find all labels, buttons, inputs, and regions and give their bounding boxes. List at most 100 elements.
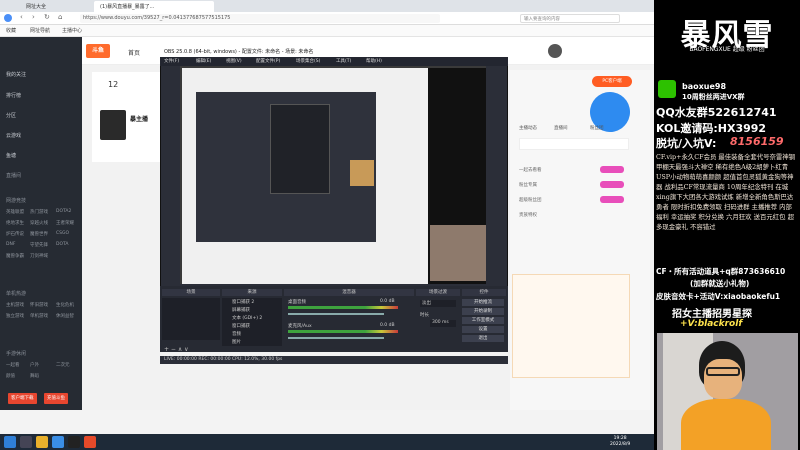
sidebar-item-category[interactable]: 分区: [6, 112, 16, 119]
start-streaming-button[interactable]: 开始推流: [462, 299, 504, 306]
source-item[interactable]: 文本 (GDI+) 2: [232, 315, 262, 321]
menu-scene-collection[interactable]: 场景集合(S): [296, 58, 320, 64]
url-field[interactable]: https://www.douyu.com/39527_r=0.04137768…: [80, 14, 440, 23]
obs-title-bar: OBS 25.0.8 (64-bit, windows) - 配置文件: 未命名…: [160, 46, 508, 57]
menu-file[interactable]: 文件(F): [164, 58, 179, 64]
pit-value: 8156159: [730, 135, 784, 148]
sidebar-cat[interactable]: 生化危机: [56, 302, 74, 308]
tab-streamer-updates[interactable]: 主播动态: [519, 125, 537, 131]
right-list-item[interactable]: 贵族特权: [519, 212, 537, 218]
sidebar-cat[interactable]: DOTA2: [56, 209, 71, 214]
mixer-desktop-slider[interactable]: [288, 313, 384, 315]
sidebar-cat[interactable]: 休闲益智: [56, 313, 74, 319]
sidebar-cat[interactable]: DNF: [6, 242, 15, 247]
brand-subtitle: BAOFENGXUE 超级 粉丝团: [689, 46, 765, 53]
dock-sources-header: 来源: [222, 289, 282, 296]
refresh-icon[interactable]: ↻: [44, 13, 50, 21]
home-icon[interactable]: ⌂: [58, 13, 62, 21]
source-item[interactable]: 音频: [232, 331, 241, 337]
sidebar-cat[interactable]: 绝地求生: [6, 220, 24, 226]
sidebar-item-fishpond[interactable]: 鱼塘: [6, 152, 16, 159]
menu-profile[interactable]: 配置文件(P): [256, 58, 280, 64]
bookmark-item[interactable]: 主播中心: [62, 27, 82, 34]
sidebar-item-rank[interactable]: 排行榜: [6, 92, 21, 99]
streamer-avatar[interactable]: [100, 110, 126, 140]
sidebar-cat[interactable]: 户外: [30, 362, 39, 368]
sidebar-cat[interactable]: 主机游戏: [6, 302, 24, 308]
exit-button[interactable]: 退出: [462, 335, 504, 342]
sidebar-cat[interactable]: 单机游戏: [30, 313, 48, 319]
streamer-name[interactable]: 暴主播: [130, 114, 148, 123]
task-view-icon[interactable]: [20, 436, 32, 448]
right-list-item[interactable]: 粉丝专属: [519, 182, 537, 188]
obs-icon[interactable]: [68, 436, 80, 448]
recharge-button[interactable]: 充值斗鱼: [44, 393, 68, 404]
mixer-mic-meter: [288, 330, 398, 333]
mixer-mic-level: 0.0 dB: [380, 323, 395, 328]
transition-duration-input[interactable]: 300 ms: [430, 320, 456, 327]
right-list-item[interactable]: 超级粉丝团: [519, 197, 542, 203]
tab-home[interactable]: 网址大全: [20, 1, 90, 12]
transition-select[interactable]: 淡出: [420, 300, 456, 307]
sidebar-cat[interactable]: CSGO: [56, 231, 69, 236]
tab-fan-club[interactable]: 粉丝团: [590, 125, 604, 131]
sidebar-cat[interactable]: 王者荣耀: [56, 220, 74, 226]
menu-view[interactable]: 视图(V): [226, 58, 242, 64]
dock-scenes-header: 场景: [162, 289, 220, 296]
browser-icon[interactable]: [52, 436, 64, 448]
sidebar-cat[interactable]: 怀旧游戏: [30, 302, 48, 308]
client-download-button[interactable]: 客户端下载: [8, 393, 37, 404]
right-list-badge: [600, 166, 624, 173]
sidebar-cat[interactable]: 魔兽争霸: [6, 253, 24, 259]
source-item[interactable]: 窗口捕获: [232, 323, 250, 329]
sidebar-cat[interactable]: 守望先锋: [30, 242, 48, 248]
bookmark-item[interactable]: 网址导航: [30, 27, 50, 34]
tab-live-room[interactable]: 直播间: [554, 125, 568, 131]
sidebar-cat[interactable]: 魔兽世界: [30, 231, 48, 237]
studio-mode-button[interactable]: 工作室模式: [462, 317, 504, 324]
scene-list[interactable]: [162, 298, 220, 340]
sidebar-item-follow[interactable]: 我的关注: [6, 71, 26, 78]
wechat-icon: [658, 80, 676, 98]
start-icon[interactable]: [4, 436, 16, 448]
browser-search-input[interactable]: 输入要查询的内容: [520, 14, 620, 23]
sidebar-section-title: 网游竞技: [6, 198, 27, 204]
sidebar-cat[interactable]: DOTA: [56, 242, 69, 247]
menu-edit[interactable]: 编辑(E): [196, 58, 211, 64]
menu-tools[interactable]: 工具(T): [336, 58, 351, 64]
sidebar-cat[interactable]: 穿越火线: [30, 220, 48, 226]
sidebar-cat[interactable]: 二次元: [56, 362, 70, 368]
forward-icon[interactable]: ›: [32, 13, 35, 21]
sidebar-cat[interactable]: 一起看: [6, 362, 20, 368]
sidebar-cat[interactable]: 舞蹈: [30, 373, 39, 379]
source-item[interactable]: 图片: [232, 339, 241, 345]
settings-button[interactable]: 设置: [462, 326, 504, 333]
add-scene-icon[interactable]: + − ∧ ∨: [164, 346, 189, 353]
sidebar-item-live[interactable]: 直播间: [6, 172, 21, 179]
folder-icon[interactable]: [36, 436, 48, 448]
nav-home[interactable]: 首页: [128, 48, 140, 57]
back-icon[interactable]: ‹: [20, 13, 23, 21]
webcam-face: [704, 359, 742, 399]
source-item[interactable]: 屏幕捕获: [232, 307, 250, 313]
mixer-mic-slider[interactable]: [288, 337, 384, 339]
app-icon[interactable]: [84, 436, 96, 448]
pc-client-button[interactable]: PC客户端: [592, 76, 632, 87]
douyu-logo[interactable]: 斗鱼: [86, 44, 110, 58]
right-list-item[interactable]: 一起去看看: [519, 167, 542, 173]
start-recording-button[interactable]: 开始录制: [462, 308, 504, 315]
avatar[interactable]: [548, 44, 562, 58]
sidebar-cat[interactable]: 热门游戏: [30, 209, 48, 215]
sidebar-cat[interactable]: 独立游戏: [6, 313, 24, 319]
bookmark-item[interactable]: 收藏: [6, 27, 16, 34]
sidebar-cat[interactable]: 颜值: [6, 373, 15, 379]
sidebar-item-cloud-game[interactable]: 云游戏: [6, 132, 21, 139]
sidebar-cat[interactable]: 英雄联盟: [6, 209, 24, 215]
sidebar-cat[interactable]: 炉石传说: [6, 231, 24, 237]
tab-douyu[interactable]: (1)暴风直播暴_暴露了...: [94, 1, 214, 12]
menu-help[interactable]: 帮助(H): [366, 58, 382, 64]
taskbar: [0, 434, 654, 450]
sidebar-cat[interactable]: 刀剑神域: [30, 253, 48, 259]
gift-note: (加群就送小礼物): [690, 279, 750, 288]
source-item[interactable]: 窗口捕获 2: [232, 299, 254, 305]
